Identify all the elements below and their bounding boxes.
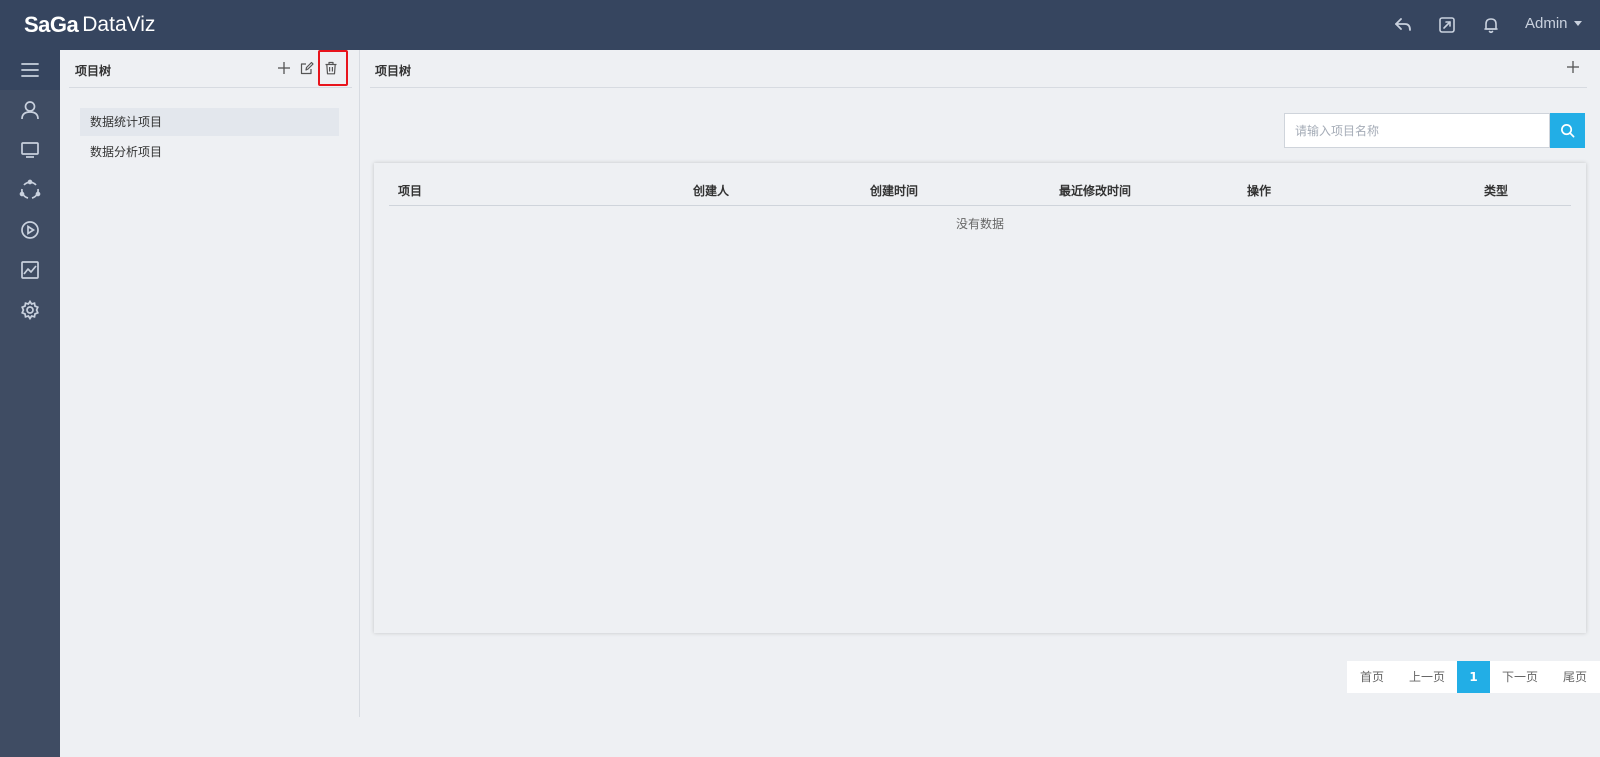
gear-icon [21, 299, 39, 321]
edit-project-button[interactable] [298, 59, 316, 77]
edit-icon [300, 61, 314, 75]
main-header-divider [370, 87, 1587, 88]
sidebar-item-user[interactable] [0, 90, 60, 130]
table-header-divider [389, 205, 1571, 206]
line-chart-icon [21, 261, 39, 279]
app-logo[interactable]: SaGa DataViz [24, 11, 155, 39]
sidebar-item-monitor[interactable] [0, 130, 60, 170]
monitor-icon [21, 142, 39, 158]
prev-page-button[interactable]: 上一页 [1397, 661, 1457, 693]
reply-icon[interactable] [1393, 15, 1413, 35]
main-panel-title: 项目树 [375, 64, 412, 78]
empty-table-message: 没有数据 [955, 217, 1004, 231]
column-header-created-time[interactable]: 创建时间 [870, 182, 918, 199]
search-icon [1561, 124, 1575, 138]
add-project-button[interactable] [275, 59, 293, 77]
tree-item[interactable]: 数据分析项目 [80, 138, 339, 166]
tree-item[interactable]: 数据统计项目 [80, 108, 339, 136]
tree-header-divider [69, 87, 352, 88]
column-header-modified-time[interactable]: 最近修改时间 [1059, 182, 1131, 199]
column-header-project[interactable]: 项目 [398, 182, 422, 199]
sidebar-item-chart[interactable] [0, 250, 60, 290]
tree-panel-title: 项目树 [75, 64, 112, 78]
next-page-button[interactable]: 下一页 [1490, 661, 1550, 693]
sidebar-item-cycle[interactable] [0, 170, 60, 210]
cycle-icon [19, 179, 41, 199]
project-tree-panel: 项目树 数据统计项目 数据分析项目 [60, 50, 360, 717]
plus-icon [1567, 61, 1579, 73]
sidebar-item-settings[interactable] [0, 290, 60, 330]
column-header-creator[interactable]: 创建人 [693, 182, 729, 199]
sidebar-rail [0, 50, 60, 757]
project-table: 项目 创建人 创建时间 最近修改时间 操作 类型 没有数据 [374, 163, 1586, 633]
last-page-button[interactable]: 尾页 [1550, 661, 1600, 693]
menu-toggle-button[interactable] [0, 50, 60, 90]
bell-icon[interactable] [1481, 15, 1501, 35]
add-item-button[interactable] [1564, 58, 1582, 76]
top-bar: SaGa DataViz Admin [0, 0, 1600, 50]
play-circle-icon [21, 221, 39, 239]
first-page-button[interactable]: 首页 [1347, 661, 1397, 693]
user-name: Admin [1525, 15, 1568, 32]
column-header-actions[interactable]: 操作 [1247, 182, 1271, 199]
project-search-input[interactable] [1284, 113, 1550, 148]
sidebar-item-play[interactable] [0, 210, 60, 250]
pagination: 首页 上一页 1 下一页 尾页 [1347, 661, 1600, 693]
external-edit-icon[interactable] [1437, 15, 1457, 35]
logo-product: DataViz [82, 13, 156, 36]
chevron-down-icon [1573, 21, 1582, 26]
menu-icon [21, 63, 39, 77]
column-header-type[interactable]: 类型 [1484, 182, 1508, 199]
user-icon [21, 101, 39, 120]
plus-icon [278, 62, 290, 74]
page-number-current[interactable]: 1 [1457, 661, 1490, 693]
user-menu[interactable]: Admin [1525, 15, 1582, 32]
logo-brand: SaGa [24, 12, 79, 37]
delete-highlight-box [318, 50, 348, 86]
search-button[interactable] [1550, 113, 1585, 148]
